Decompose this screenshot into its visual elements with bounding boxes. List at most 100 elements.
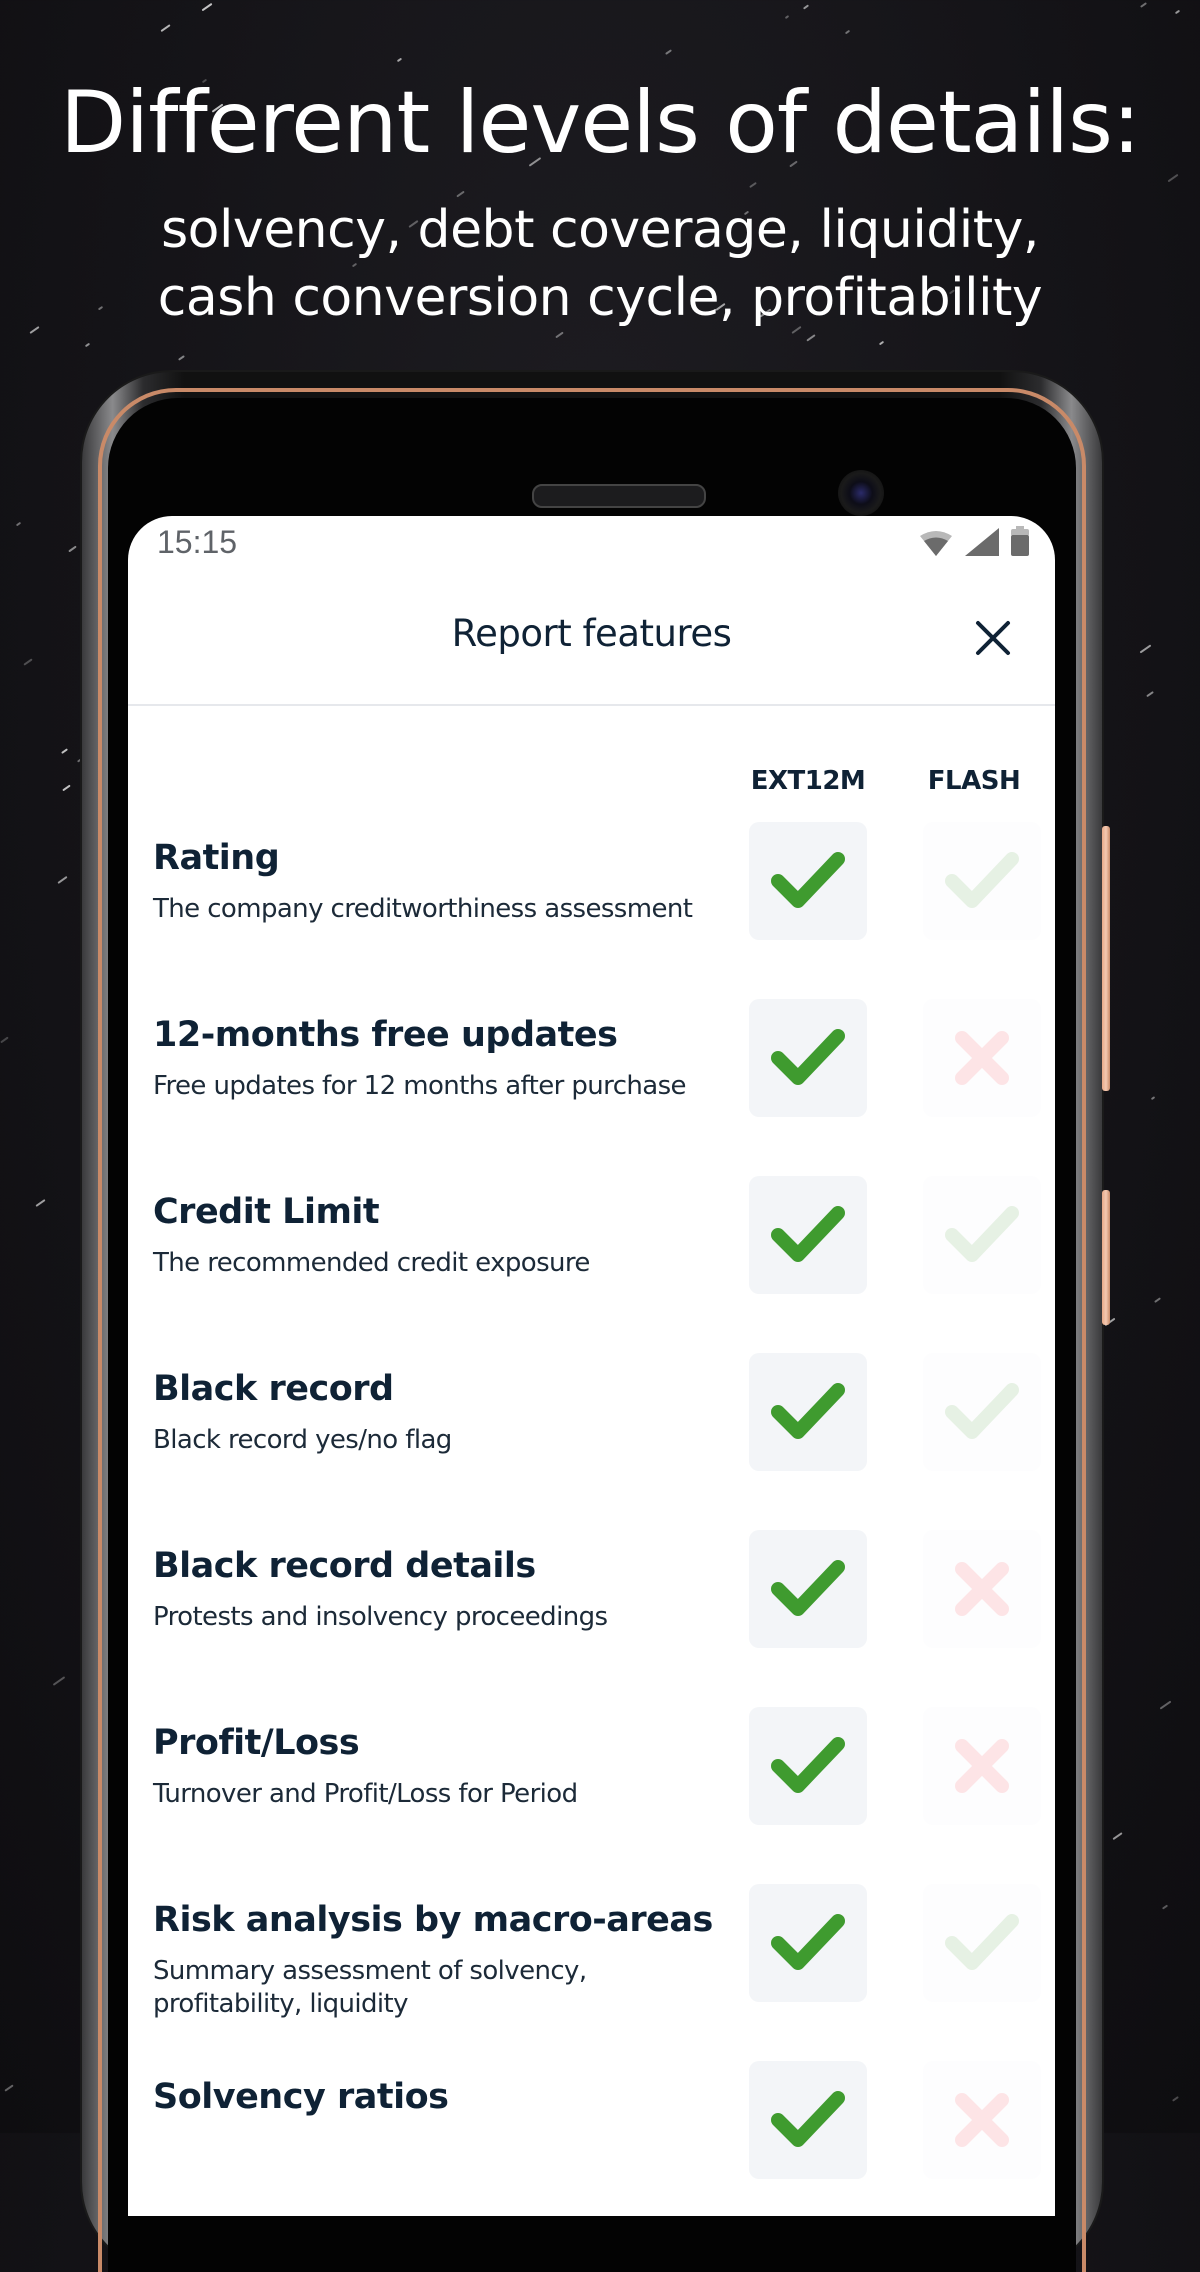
volume-button bbox=[1102, 826, 1110, 1091]
ext12m-cell bbox=[749, 2061, 867, 2179]
feature-row: Profit/Loss Turnover and Profit/Loss for… bbox=[128, 1707, 1055, 1900]
cross-icon bbox=[955, 1739, 1009, 1793]
ext12m-cell bbox=[749, 1353, 867, 1471]
check-icon bbox=[945, 1383, 1019, 1439]
check-icon bbox=[771, 852, 845, 908]
promo-title: Different levels of details: bbox=[60, 73, 1141, 173]
flash-cell bbox=[923, 1176, 1041, 1294]
check-icon bbox=[771, 2091, 845, 2147]
star bbox=[785, 15, 790, 20]
front-camera bbox=[838, 470, 884, 516]
check-icon bbox=[771, 1029, 845, 1085]
flash-cell bbox=[923, 1884, 1041, 2002]
cross-icon bbox=[955, 1031, 1009, 1085]
star bbox=[68, 545, 77, 553]
feature-title: Black record details bbox=[153, 1546, 536, 1586]
status-bar: 15:15 bbox=[128, 516, 1055, 572]
star bbox=[1159, 1699, 1172, 1710]
feature-title: Black record bbox=[153, 1369, 394, 1409]
star bbox=[845, 29, 851, 35]
power-button bbox=[1102, 1190, 1110, 1325]
column-header-ext12m: EXT12M bbox=[750, 766, 866, 796]
star bbox=[1161, 1904, 1169, 1910]
column-header-flash: FLASH bbox=[927, 766, 1021, 796]
star bbox=[1172, 2096, 1180, 2102]
feature-description: Free updates for 12 months after purchas… bbox=[153, 1071, 687, 1101]
star bbox=[52, 1675, 66, 1686]
check-icon bbox=[771, 1560, 845, 1616]
check-icon bbox=[945, 1914, 1019, 1970]
battery-icon bbox=[1011, 526, 1029, 556]
ext12m-cell bbox=[749, 822, 867, 940]
check-icon bbox=[945, 1206, 1019, 1262]
close-button[interactable] bbox=[973, 618, 1013, 658]
feature-row: Black record Black record yes/no flag bbox=[128, 1353, 1055, 1546]
feature-row: Risk analysis by macro-areas Summary ass… bbox=[128, 1884, 1055, 2077]
star bbox=[802, 4, 810, 10]
feature-description: Black record yes/no flag bbox=[153, 1425, 452, 1455]
flash-cell bbox=[923, 822, 1041, 940]
feature-title: 12-months free updates bbox=[153, 1015, 618, 1055]
feature-description: Summary assessment of solvency, profitab… bbox=[153, 1956, 587, 2019]
star bbox=[748, 182, 757, 189]
star bbox=[201, 2, 213, 12]
page-title: Report features bbox=[451, 612, 732, 655]
check-icon bbox=[771, 1914, 845, 1970]
status-icons bbox=[919, 526, 1029, 556]
app-header: Report features bbox=[128, 572, 1055, 706]
feature-row: Rating The company creditworthiness asse… bbox=[128, 822, 1055, 1015]
feature-row: 12-months free updates Free updates for … bbox=[128, 999, 1055, 1192]
feature-description: Turnover and Profit/Loss for Period bbox=[153, 1779, 578, 1809]
star bbox=[1151, 1096, 1156, 1101]
star bbox=[1112, 1832, 1124, 1841]
star bbox=[35, 1199, 46, 1208]
star bbox=[57, 876, 68, 885]
cross-icon bbox=[955, 1562, 1009, 1616]
star bbox=[1139, 644, 1152, 654]
star bbox=[4, 2084, 15, 2092]
feature-title: Profit/Loss bbox=[153, 1723, 360, 1763]
star bbox=[23, 658, 33, 666]
close-icon bbox=[976, 621, 1010, 655]
wifi-icon bbox=[920, 531, 952, 556]
feature-row: Solvency ratios bbox=[128, 2061, 1055, 2216]
star bbox=[1154, 1297, 1162, 1304]
flash-cell bbox=[923, 999, 1041, 1117]
ext12m-cell bbox=[749, 1530, 867, 1648]
star bbox=[84, 343, 90, 348]
feature-row: Credit Limit The recommended credit expo… bbox=[128, 1176, 1055, 1369]
feature-description: The company creditworthiness assessment bbox=[153, 894, 693, 924]
check-icon bbox=[945, 852, 1019, 908]
star bbox=[160, 24, 172, 33]
promo-subtitle-line: cash conversion cycle, profitability bbox=[157, 268, 1043, 328]
earpiece-speaker bbox=[532, 484, 706, 508]
ext12m-cell bbox=[749, 1884, 867, 2002]
star bbox=[1174, 9, 1180, 15]
star bbox=[1140, 2, 1148, 8]
flash-cell bbox=[923, 1707, 1041, 1825]
feature-description: The recommended credit exposure bbox=[153, 1248, 590, 1278]
star bbox=[665, 49, 673, 56]
flash-cell bbox=[923, 2061, 1041, 2179]
app-screen: 15:15 Report features EXT12M FLASH Ratin… bbox=[128, 516, 1055, 2216]
promo-subtitle: solvency, debt coverage, liquidity, cash… bbox=[0, 196, 1200, 332]
star bbox=[879, 340, 885, 346]
promo-subtitle-line: solvency, debt coverage, liquidity, bbox=[161, 200, 1039, 260]
star bbox=[555, 331, 564, 339]
flash-cell bbox=[923, 1353, 1041, 1471]
feature-title: Rating bbox=[153, 838, 280, 878]
check-icon bbox=[771, 1737, 845, 1793]
feature-description: Protests and insolvency proceedings bbox=[153, 1602, 608, 1632]
cross-icon bbox=[955, 2093, 1009, 2147]
signal-icon bbox=[965, 528, 999, 556]
ext12m-cell bbox=[749, 999, 867, 1117]
ext12m-cell bbox=[749, 1707, 867, 1825]
status-time: 15:15 bbox=[157, 524, 238, 560]
star bbox=[1146, 690, 1155, 698]
feature-title: Credit Limit bbox=[153, 1192, 380, 1232]
feature-title: Solvency ratios bbox=[153, 2077, 449, 2117]
star bbox=[178, 355, 185, 361]
feature-row: Black record details Protests and insolv… bbox=[128, 1530, 1055, 1723]
star bbox=[806, 334, 816, 342]
check-icon bbox=[771, 1206, 845, 1262]
